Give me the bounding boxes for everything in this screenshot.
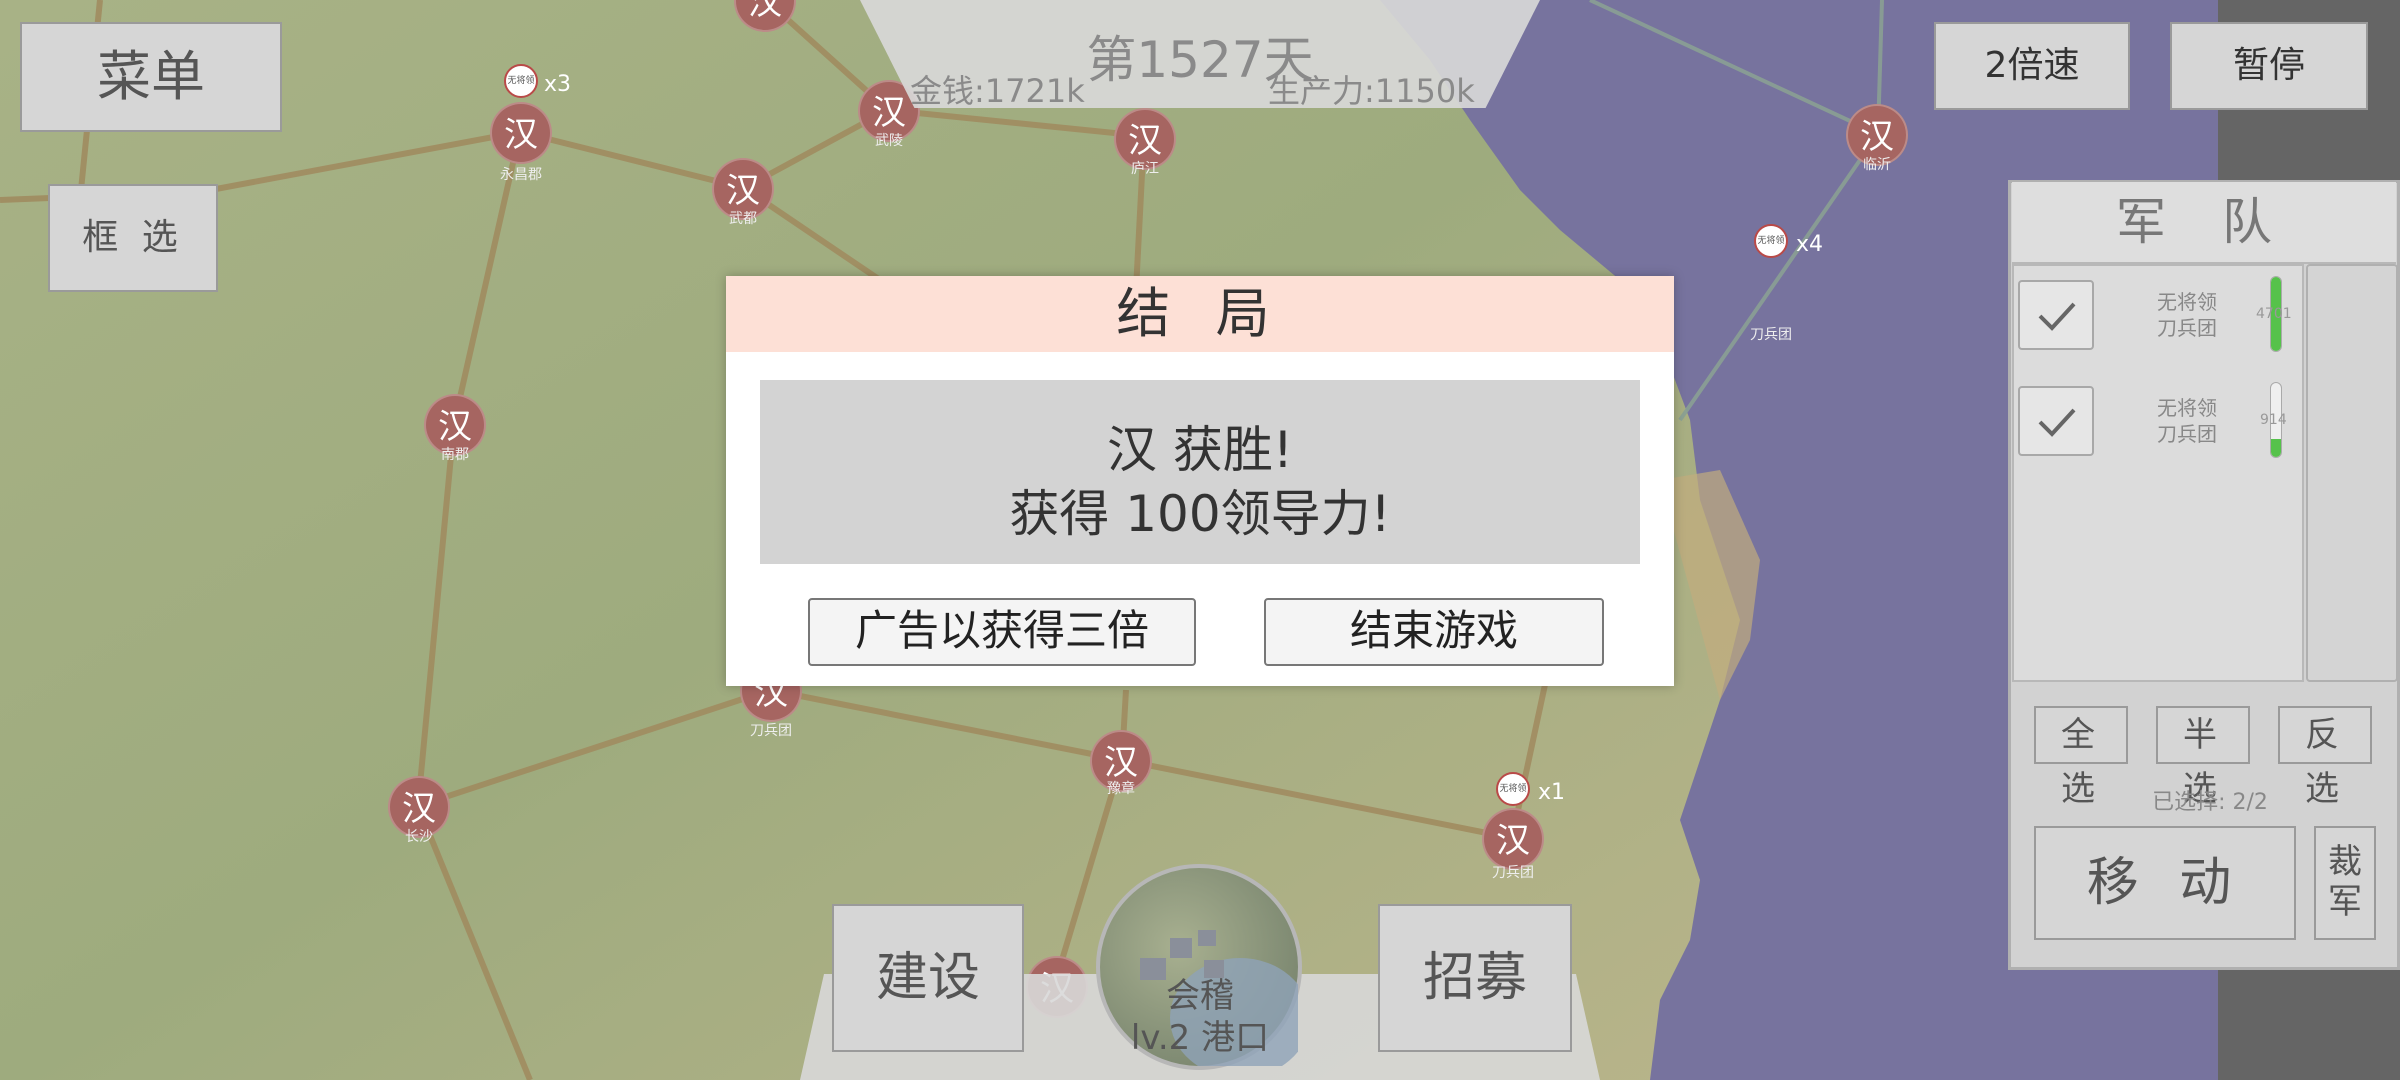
select-half-button[interactable]: 半 选 [2156,706,2250,809]
victory-text: 汉 获胜! [1107,421,1293,479]
recruit-button[interactable]: 招募 [1378,904,1572,1052]
city-label: 长沙 [405,829,433,845]
unit-general: 无将领 [2157,290,2217,314]
city-label: 刀兵团 [1492,865,1534,881]
pause-button[interactable]: 暂停 [2170,22,2368,110]
dialog-title: 结 局 [726,276,1674,352]
army-marker[interactable]: 无将领 [1496,772,1530,806]
select-all-button[interactable]: 全 选 [2034,706,2128,809]
selected-count: 已选择: 2/2 [2152,790,2268,815]
city-label: 南郡 [441,447,469,463]
box-select-button[interactable]: 框 选 [48,184,218,292]
city-label: 刀兵团 [750,723,792,739]
end-game-button[interactable]: 结束游戏 [1264,598,1604,666]
city-level: lv.2 港口 [1130,1018,1270,1058]
unit-checkbox[interactable] [2018,280,2094,350]
speed-button[interactable]: 2倍速 [1934,22,2130,110]
city-label: 武陵 [875,133,903,149]
army-marker[interactable]: 无将领 [1754,224,1788,258]
army-count: x1 [1538,780,1566,805]
move-button[interactable]: 移 动 [2034,826,2296,940]
disband-button[interactable]: 裁 军 [2314,826,2376,940]
unit-strength-value: 4701 [2256,306,2292,322]
army-count: x4 [1796,232,1824,257]
unit-strength-value: 914 [2260,412,2287,428]
army-panel-title: 军 队 [2012,182,2396,264]
unit-strength-fill [2271,438,2281,457]
unit-type: 刀兵团 [2157,422,2217,446]
city-node[interactable]: 汉 [490,102,552,164]
unit-type: 刀兵团 [2157,316,2217,340]
check-icon [2038,302,2076,331]
menu-button[interactable]: 菜单 [20,22,282,132]
city-label: 武都 [729,211,757,227]
army-count: x3 [544,72,572,97]
army-list-scrollbar[interactable] [2306,264,2398,682]
city-label: 庐江 [1131,161,1159,177]
build-button[interactable]: 建设 [832,904,1024,1052]
city-label: 临沂 [1863,157,1891,173]
army-marker[interactable]: 无将领 [504,64,538,98]
unit-checkbox[interactable] [2018,386,2094,456]
city-label: 永昌郡 [500,167,542,183]
city-node[interactable]: 汉 [1482,808,1544,870]
reward-text: 获得 100领导力! [1009,485,1391,543]
unit-general: 无将领 [2157,396,2217,420]
select-invert-button[interactable]: 反 选 [2278,706,2372,809]
money-readout: 金钱:1721k [910,72,1085,110]
watch-ad-button[interactable]: 广告以获得三倍 [808,598,1196,666]
city-label: 豫章 [1107,781,1135,797]
production-readout: 生产力:1150k [1268,72,1475,110]
check-icon [2038,408,2076,437]
army-label: 刀兵团 [1750,327,1792,343]
